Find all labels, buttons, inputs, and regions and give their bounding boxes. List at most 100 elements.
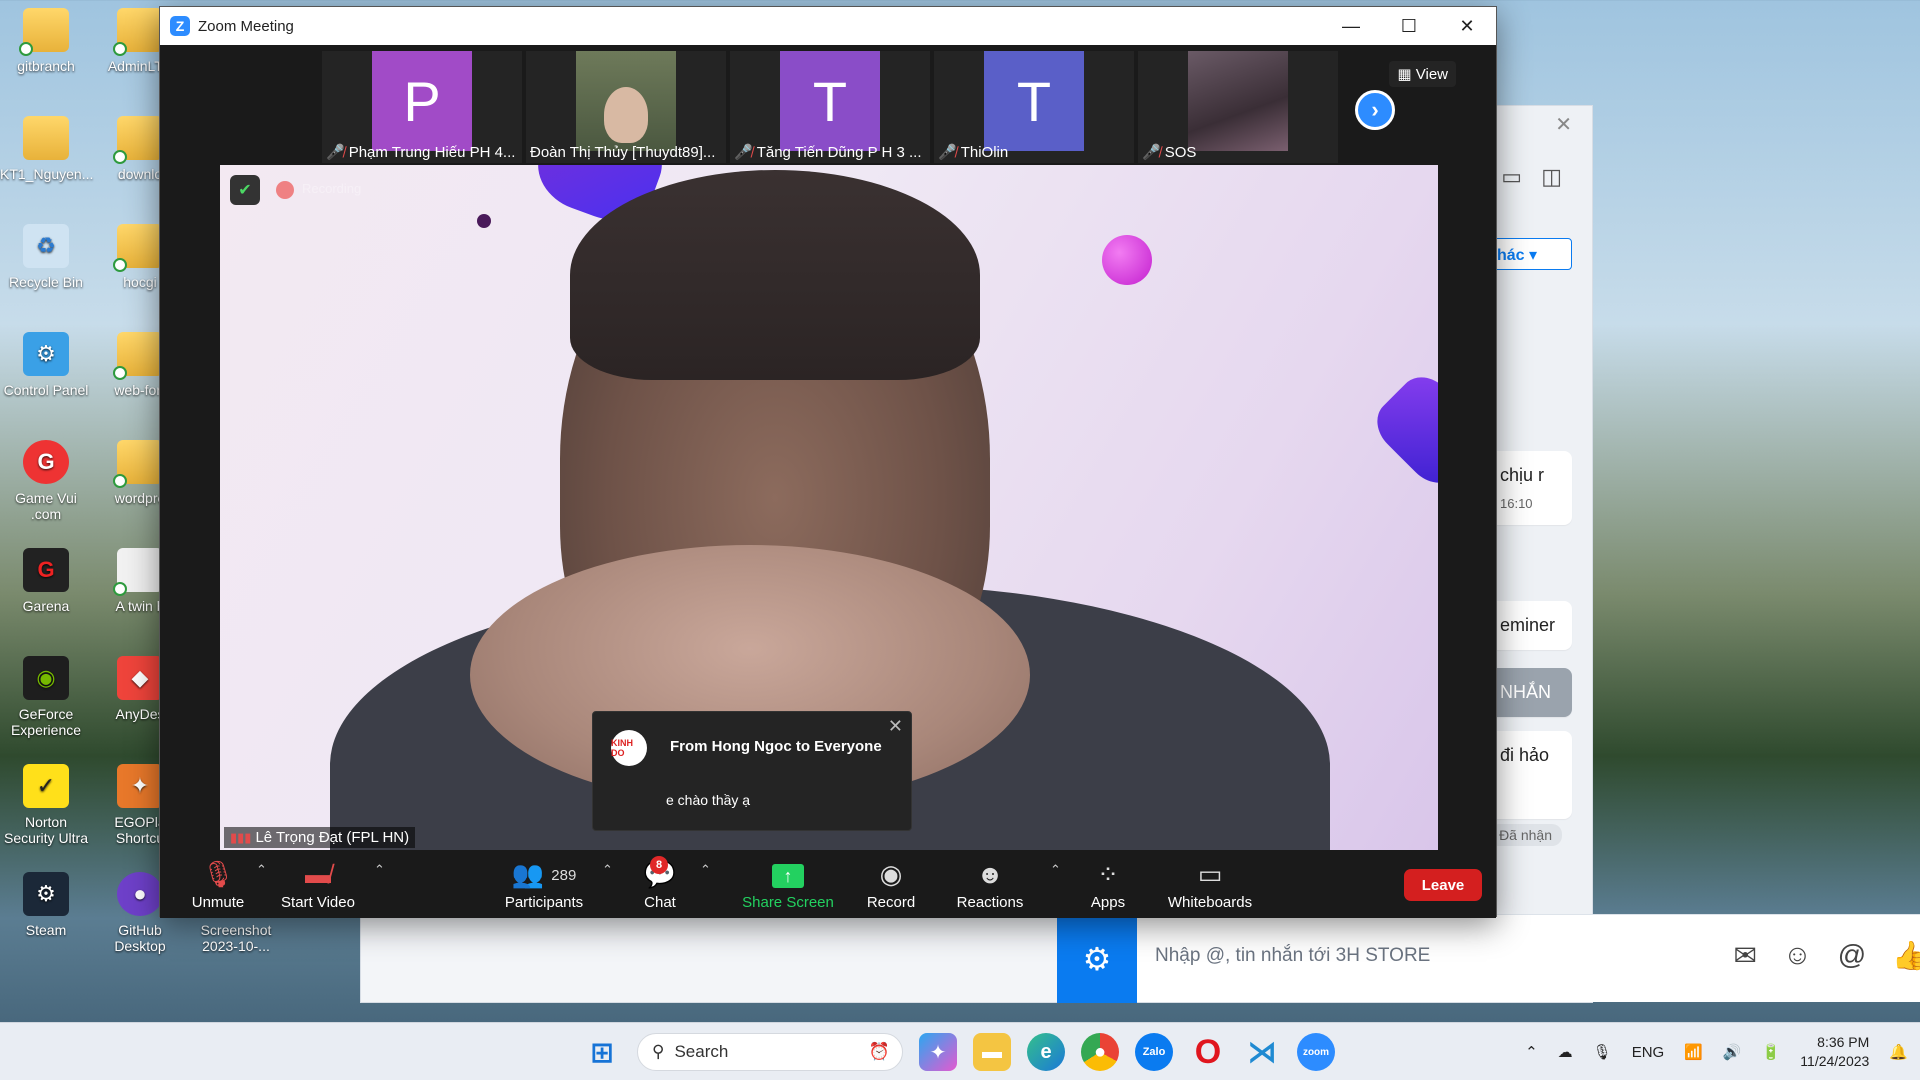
steam-icon: ⚙ <box>23 872 69 916</box>
recording-icon <box>276 181 294 199</box>
folder-icon <box>113 440 163 488</box>
maximize-icon[interactable]: ☐ <box>1380 7 1438 45</box>
grid-icon: ▦ <box>1397 66 1412 83</box>
chevron-right-icon: › <box>1371 97 1379 122</box>
unmute-button[interactable]: 🎙 Unmute <box>186 858 250 911</box>
share-screen-button[interactable]: ↑ Share Screen <box>740 858 836 911</box>
folder-icon <box>113 224 163 272</box>
apps-button[interactable]: ⁘ Apps <box>1078 858 1138 911</box>
chevron-up-icon[interactable]: ⌃ <box>1525 1043 1538 1061</box>
windows-start-icon[interactable]: ⊞ <box>583 1033 621 1071</box>
decoration <box>477 214 491 228</box>
unread-badge: 8 <box>650 856 668 874</box>
zalo-message: đi hảo <box>1486 731 1572 819</box>
wifi-icon[interactable]: 📶 <box>1684 1043 1703 1061</box>
decoration <box>1366 366 1438 494</box>
video-off-icon: ▬̸ <box>305 859 331 889</box>
edge-icon[interactable]: e <box>1027 1033 1065 1071</box>
participant-video <box>1188 51 1288 151</box>
desktop-icon-kt1[interactable]: KT1_Nguyen... <box>0 116 93 182</box>
opera-icon[interactable]: O <box>1189 1033 1227 1071</box>
whiteboards-button[interactable]: ▭ Whiteboards <box>1160 858 1260 911</box>
folder-icon <box>113 8 163 56</box>
avatar: T <box>780 51 880 151</box>
desktop-icon-control-panel[interactable]: ⚙ Control Panel <box>0 332 92 398</box>
minimize-icon[interactable]: — <box>1322 7 1380 45</box>
nvidia-icon: ◉ <box>23 656 69 700</box>
muted-mic-icon: 🎙 <box>201 859 235 889</box>
view-button[interactable]: ▦ View <box>1389 61 1456 87</box>
folder-icon <box>23 116 69 160</box>
chat-notification[interactable]: KINH DO From Hong Ngoc to Everyone e chà… <box>592 711 912 831</box>
desktop-icon-garena[interactable]: G Garena <box>0 548 92 614</box>
participant-thumbnail[interactable]: T 🎤̸ ThiOlin <box>934 51 1134 163</box>
desktop-icon-steam[interactable]: ⚙ Steam <box>0 872 92 938</box>
participant-thumbnail[interactable]: Đoàn Thị Thủy [Thuydt89]... <box>526 51 726 163</box>
desktop-icon-gitbranch[interactable]: gitbranch <box>0 8 92 74</box>
alarm-clock-icon: ⏰ <box>868 1042 890 1061</box>
taskbar-search[interactable]: ⚲ Search ⏰ <box>637 1033 903 1071</box>
zoom-app-icon[interactable]: zoom <box>1297 1033 1335 1071</box>
desktop-icon-recycle-bin[interactable]: ♻ Recycle Bin <box>0 224 92 290</box>
zoom-window: Z Zoom Meeting — ☐ ✕ P 🎤̸ Phạm Trung Hiếu… <box>159 6 1497 918</box>
start-video-button[interactable]: ▬̸ Start Video <box>270 858 366 911</box>
gear-icon[interactable]: ⚙ <box>1057 915 1137 1003</box>
emoji-icon[interactable]: ☺ <box>1783 939 1812 972</box>
speaker-hair <box>570 170 980 380</box>
zalo-message-input[interactable]: Nhập @, tin nhắn tới 3H STORE <box>1155 945 1430 967</box>
battery-icon[interactable]: 🔋 <box>1762 1043 1781 1061</box>
zalo-compose-bar: ⚙ Nhập @, tin nhắn tới 3H STORE ✉ ☺ @ 👍 <box>1057 914 1920 1003</box>
participant-thumbnail[interactable]: P 🎤̸ Phạm Trung Hiếu PH 4... <box>322 51 522 163</box>
thumbs-up-icon[interactable]: 👍 <box>1892 939 1920 972</box>
mention-icon[interactable]: @ <box>1838 939 1866 972</box>
folder-icon <box>113 332 163 380</box>
desktop-icon-game-vui[interactable]: G Game Vui .com <box>0 440 92 522</box>
participant-thumbnail[interactable]: 🎤̸ SOS <box>1138 51 1338 163</box>
security-shield-icon[interactable]: ✔ <box>230 175 260 205</box>
zoom-logo-icon: Z <box>170 16 190 36</box>
chevron-up-icon[interactable]: ⌃ <box>256 862 267 878</box>
zalo-filter-dropdown[interactable]: hác ▾ <box>1492 238 1572 270</box>
vscode-icon[interactable]: ⋊ <box>1243 1033 1281 1071</box>
folder-icon <box>113 116 163 164</box>
chat-icon: 💬 8 <box>630 856 690 890</box>
video-call-icon[interactable]: ▭ <box>1501 164 1522 190</box>
close-icon[interactable]: ✕ <box>1438 7 1496 45</box>
chevron-up-icon[interactable]: ⌃ <box>700 862 711 878</box>
zalo-window-close-icon[interactable]: ✕ <box>1555 112 1572 137</box>
close-icon[interactable]: ✕ <box>888 716 903 737</box>
participant-thumbnail[interactable]: T 🎤̸ Tăng Tiến Dũng P H 3 ... <box>730 51 930 163</box>
split-view-icon[interactable]: ◫ <box>1541 164 1562 190</box>
participants-icon: 👥 <box>511 859 545 889</box>
reactions-button[interactable]: ☻ Reactions <box>948 858 1032 911</box>
copilot-icon[interactable]: ✦ <box>919 1033 957 1071</box>
record-button[interactable]: ◉ Record <box>856 858 926 911</box>
system-tray: ⌃ ☁ 🎙 ENG 📶 🔊 🔋 8:36 PM 11/24/2023 🔔 <box>1525 1023 1908 1080</box>
chevron-up-icon[interactable]: ⌃ <box>602 862 613 878</box>
folder-icon <box>19 8 69 56</box>
clock[interactable]: 8:36 PM 11/24/2023 <box>1800 1033 1869 1071</box>
volume-icon[interactable]: 🔊 <box>1723 1043 1742 1061</box>
avatar: P <box>372 51 472 151</box>
zalo-icon[interactable]: Zalo <box>1135 1033 1173 1071</box>
microphone-icon[interactable]: 🎙 <box>1593 1043 1612 1061</box>
next-page-button[interactable]: › <box>1355 90 1395 130</box>
onedrive-icon[interactable]: ☁ <box>1558 1043 1573 1061</box>
taskbar: ⊞ ⚲ Search ⏰ ✦ ▬ e ● Zalo O ⋊ zoom ⌃ ☁ 🎙… <box>0 1022 1920 1080</box>
control-panel-icon: ⚙ <box>23 332 69 376</box>
desktop-icon-geforce[interactable]: ◉ GeForce Experience <box>0 656 92 738</box>
desktop-icon-norton[interactable]: ✓ Norton Security Ultra <box>0 764 92 846</box>
leave-button[interactable]: Leave <box>1404 869 1482 901</box>
chat-button[interactable]: 💬 8 Chat <box>630 856 690 911</box>
quick-message-icon[interactable]: ✉ <box>1734 939 1757 972</box>
chevron-up-icon[interactable]: ⌃ <box>374 862 385 878</box>
chevron-up-icon[interactable]: ⌃ <box>1050 862 1061 878</box>
chrome-icon[interactable]: ● <box>1081 1033 1119 1071</box>
file-explorer-icon[interactable]: ▬ <box>973 1033 1011 1071</box>
participants-button[interactable]: 👥 289 Participants <box>496 858 592 911</box>
notification-bell-icon[interactable]: 🔔 <box>1889 1043 1908 1061</box>
search-icon: ⚲ <box>652 1042 665 1061</box>
language-indicator[interactable]: ENG <box>1632 1044 1665 1061</box>
muted-mic-icon: 🎤̸ <box>326 144 345 161</box>
participant-video <box>576 51 676 151</box>
